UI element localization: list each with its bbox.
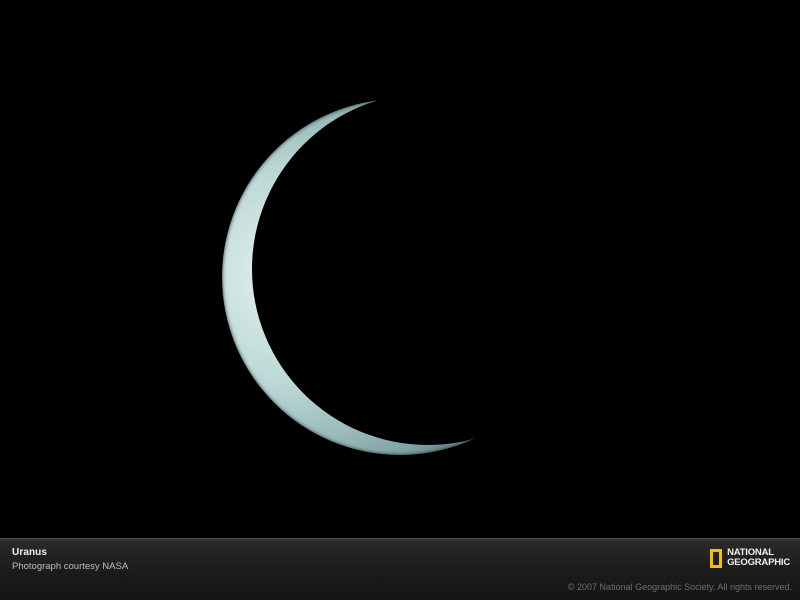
caption-bar: Uranus Photograph courtesy NASA NATIONAL… xyxy=(0,538,800,600)
photo-area xyxy=(0,0,800,538)
uranus-crescent-image xyxy=(0,0,800,538)
yellow-frame-icon xyxy=(710,548,723,568)
photo-title: Uranus xyxy=(12,547,48,558)
photo-credit: Photograph courtesy NASA xyxy=(12,561,129,572)
copyright-notice: © 2007 National Geographic Society. All … xyxy=(567,582,792,592)
logo-line-2: GEOGRAPHIC xyxy=(727,557,790,568)
national-geographic-logo: NATIONAL GEOGRAPHIC xyxy=(710,547,790,569)
logo-wordmark: NATIONAL GEOGRAPHIC xyxy=(727,548,790,568)
